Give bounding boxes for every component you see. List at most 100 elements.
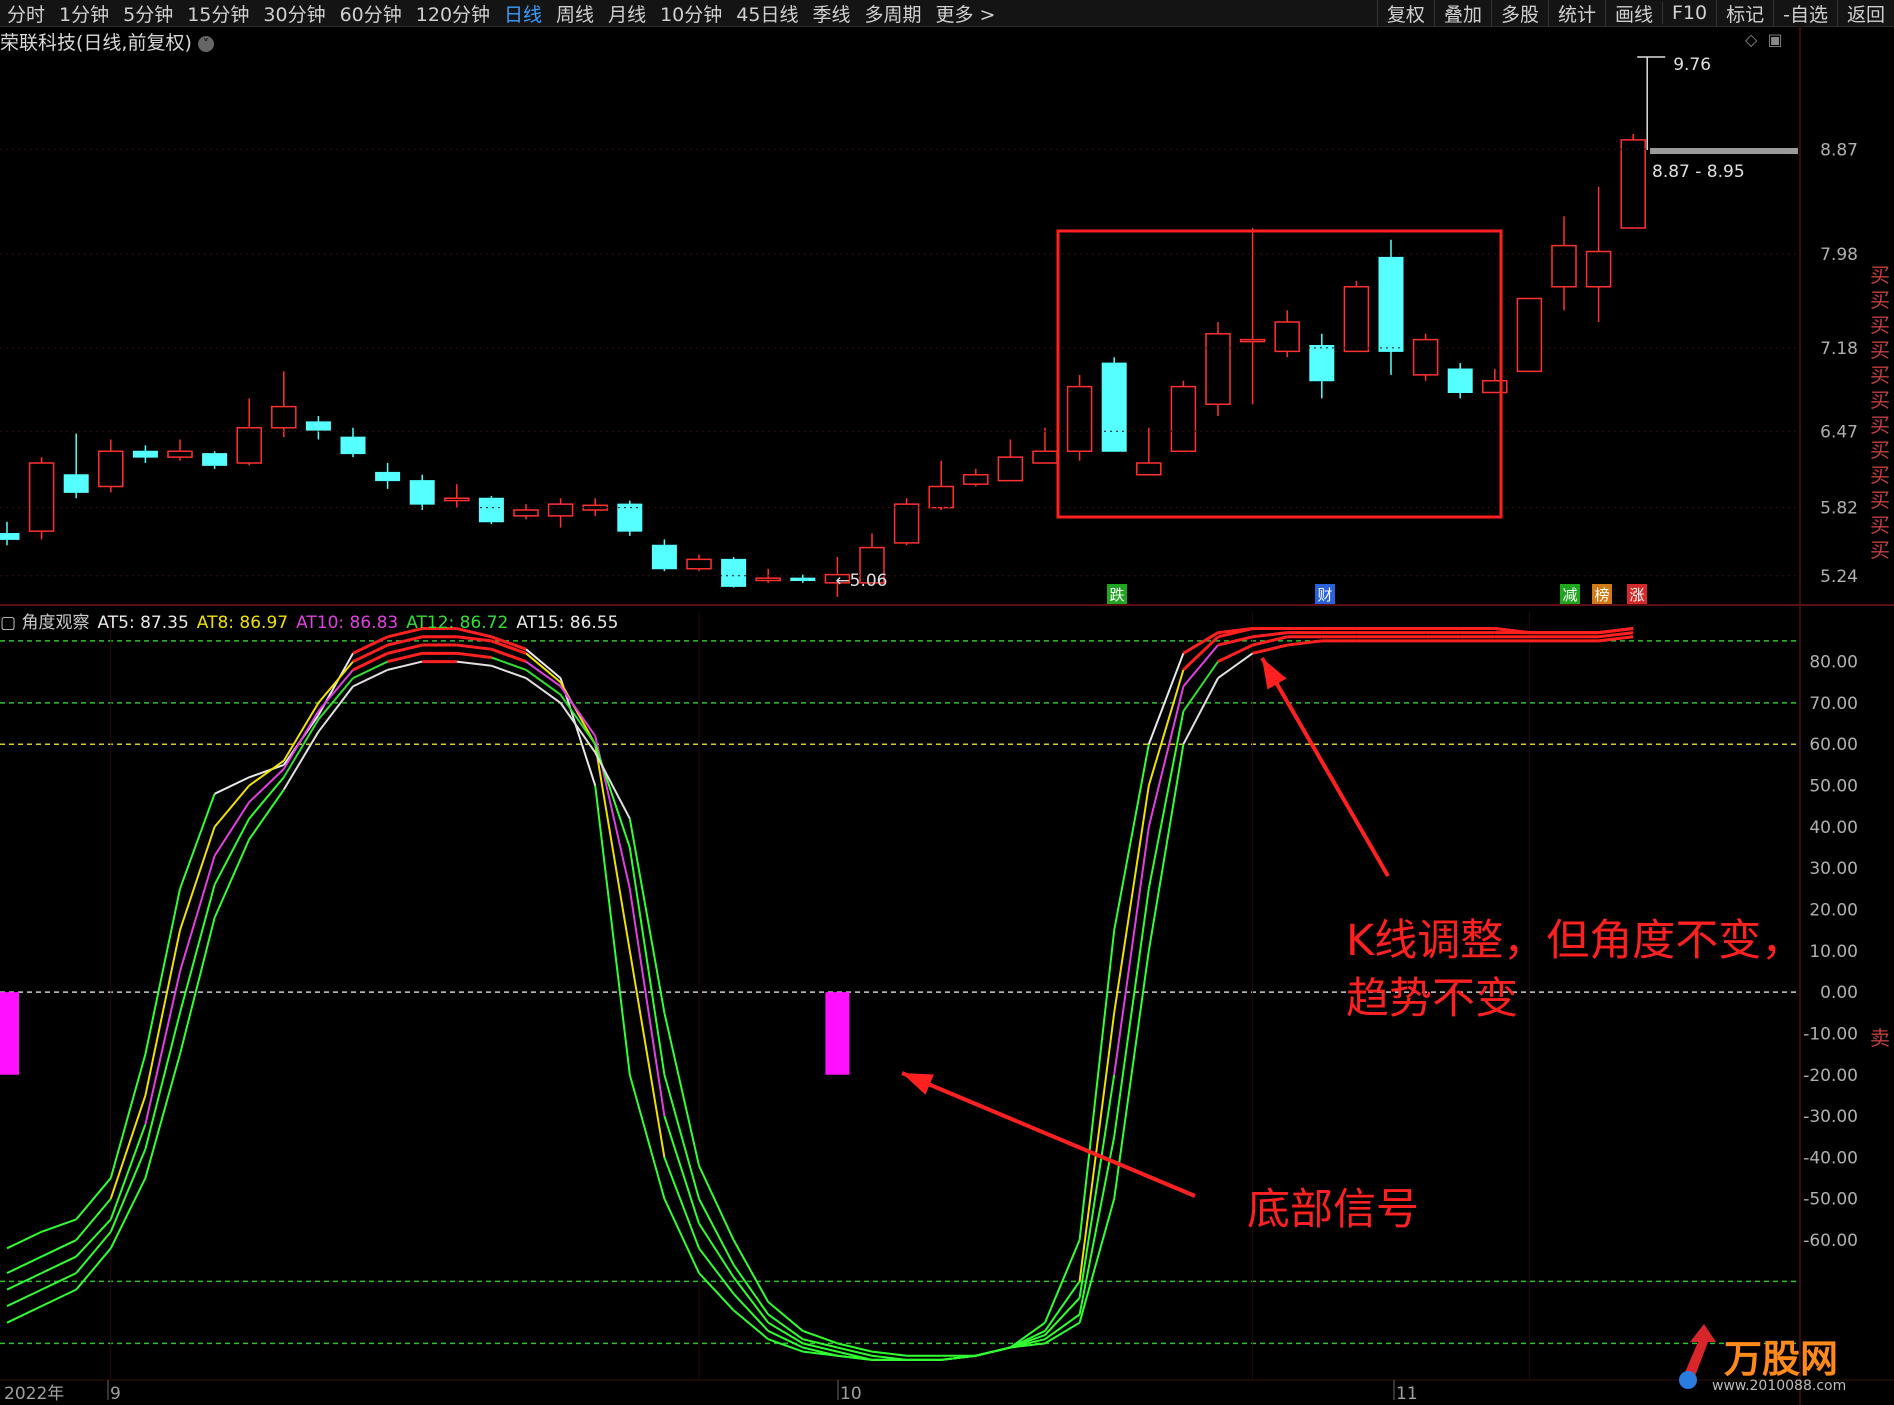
candle-35 — [1205, 322, 1231, 416]
high-label: 9.76 — [1673, 55, 1711, 75]
indicator-tick-5: 30.00 — [1809, 859, 1858, 879]
date-label-1: 9 — [110, 1384, 121, 1404]
candle-4 — [132, 445, 158, 463]
price-tick-1: 7.98 — [1820, 245, 1858, 265]
indicator-value-3: AT12: 86.72 — [406, 613, 509, 633]
side-label-9: 买 — [1870, 488, 1890, 512]
candle-16 — [547, 498, 574, 528]
event-badge-4[interactable]: 涨 — [1627, 584, 1647, 604]
date-axis: 2022年 9 10 11 — [4, 1380, 1418, 1404]
event-badge-3[interactable]: 榜 — [1592, 584, 1612, 604]
annotation-trend-line1: K线调整，但角度不变， — [1346, 916, 1805, 966]
price-tick-0: 8.87 — [1820, 140, 1858, 160]
date-label-0: 2022年 — [4, 1384, 64, 1404]
logo-name: 万股网 — [1724, 1337, 1839, 1381]
series-AT15-segment-32 — [1113, 950, 1150, 1199]
event-badge-0[interactable]: 跌 — [1107, 584, 1127, 604]
candle-36 — [1239, 228, 1266, 405]
price-tick-3: 6.47 — [1820, 422, 1858, 442]
price-tick-5: 5.24 — [1820, 567, 1858, 587]
series-AT10-segment-35 — [1217, 635, 1253, 647]
indicator-tick-12: -40.00 — [1803, 1148, 1858, 1168]
candle-1 — [28, 457, 55, 540]
signal-bar-0 — [0, 992, 19, 1075]
candle-28 — [963, 468, 989, 487]
candlestick-series — [0, 134, 1646, 597]
series-AT15-segment-19 — [663, 1012, 700, 1166]
candle-14 — [478, 495, 504, 525]
indicator-tick-11: -30.00 — [1803, 1107, 1858, 1127]
series-AT15-segment-36 — [1252, 643, 1288, 655]
series-AT12-segment-0 — [6, 1288, 43, 1308]
low-label: ←5.06 — [835, 571, 887, 591]
side-label-0: 买 — [1870, 263, 1890, 287]
indicator-tick-10: -20.00 — [1803, 1066, 1858, 1086]
svg-text:跌: 跌 — [1109, 586, 1124, 604]
series-AT15-segment-25 — [871, 1350, 907, 1357]
indicator-tick-14: -60.00 — [1803, 1231, 1858, 1251]
candle-18 — [617, 500, 643, 536]
series-AT12-segment-35 — [1217, 643, 1254, 663]
indicator-value-2: AT10: 86.83 — [296, 613, 399, 633]
svg-text:财: 财 — [1317, 586, 1332, 604]
side-label-1: 买 — [1870, 288, 1890, 312]
candle-20 — [686, 554, 712, 572]
range-label: 8.87 - 8.95 — [1652, 162, 1745, 182]
indicator-value-0: AT5: 87.35 — [97, 613, 189, 633]
side-label-11: 买 — [1870, 538, 1890, 562]
candle-44 — [1516, 297, 1543, 373]
candle-37 — [1274, 310, 1300, 358]
price-annotations: 9.76 8.87 - 8.95 ←5.06 — [835, 55, 1798, 591]
series-AT12-segment-11 — [387, 651, 423, 664]
candle-9 — [305, 416, 331, 440]
side-label-6: 买 — [1870, 413, 1890, 437]
candle-2 — [63, 433, 89, 499]
price-panel — [0, 26, 1894, 1405]
series-AT15-segment-1 — [41, 1288, 77, 1308]
candle-43 — [1482, 369, 1508, 394]
candle-0 — [0, 521, 20, 546]
series-AT8-segment-9 — [317, 660, 354, 704]
series-AT10-segment-9 — [317, 669, 354, 712]
side-label-7: 买 — [1870, 438, 1890, 462]
series-AT12-segment-5 — [179, 884, 216, 1014]
series-AT5-segment-0 — [6, 1230, 43, 1250]
candle-17 — [582, 498, 608, 516]
series-AT15-segment-5 — [179, 917, 216, 1055]
series-AT10-segment-1 — [41, 1255, 77, 1275]
series-AT15-segment-20 — [698, 1165, 735, 1241]
indicator-tick-3: 50.00 — [1809, 777, 1858, 797]
date-label-2: 10 — [840, 1384, 862, 1404]
candle-10 — [340, 427, 366, 458]
series-AT5-segment-10 — [352, 635, 389, 655]
series-AT8-segment-8 — [282, 702, 320, 762]
indicator-tick-13: -50.00 — [1803, 1190, 1858, 1210]
candle-42 — [1447, 363, 1473, 399]
annotation-bottom-signal: 底部信号 — [1247, 1185, 1419, 1235]
indicator-name[interactable]: ▢ 角度观察 — [0, 613, 89, 633]
price-range-bar — [1650, 148, 1798, 154]
price-axis: 8.87 7.98 7.18 6.47 5.82 5.24 — [0, 140, 1858, 587]
signal-bar-1 — [825, 992, 850, 1075]
event-badge-2[interactable]: 减 — [1560, 584, 1580, 604]
candle-15 — [513, 504, 539, 520]
candle-45 — [1551, 216, 1577, 311]
series-AT15-segment-13 — [456, 660, 492, 667]
series-AT10-segment-13 — [456, 643, 492, 651]
candle-7 — [236, 398, 262, 466]
indicator-tick-0: 80.00 — [1809, 653, 1858, 673]
candle-40 — [1378, 239, 1404, 375]
candle-21 — [721, 557, 747, 588]
series-AT5-segment-7 — [248, 763, 285, 779]
series-AT10-segment-10 — [352, 651, 389, 672]
event-badge-1[interactable]: 财 — [1315, 584, 1335, 604]
side-label-8: 买 — [1870, 463, 1890, 487]
annotation-trend-line2: 趋势不变 — [1346, 974, 1518, 1024]
side-label-3: 买 — [1870, 338, 1890, 362]
series-AT10-segment-11 — [387, 643, 423, 655]
chart-svg[interactable]: 8.87 7.98 7.18 6.47 5.82 5.24 9.76 8.87 - 8.95… — [0, 0, 1894, 1405]
candle-29 — [997, 439, 1024, 482]
indicator-header: ▢ 角度观察 AT5: 87.35 AT8: 86.97 AT10: 86.83 AT1… — [0, 608, 626, 633]
series-AT12-segment-16 — [559, 694, 597, 745]
candle-47 — [1620, 134, 1646, 229]
